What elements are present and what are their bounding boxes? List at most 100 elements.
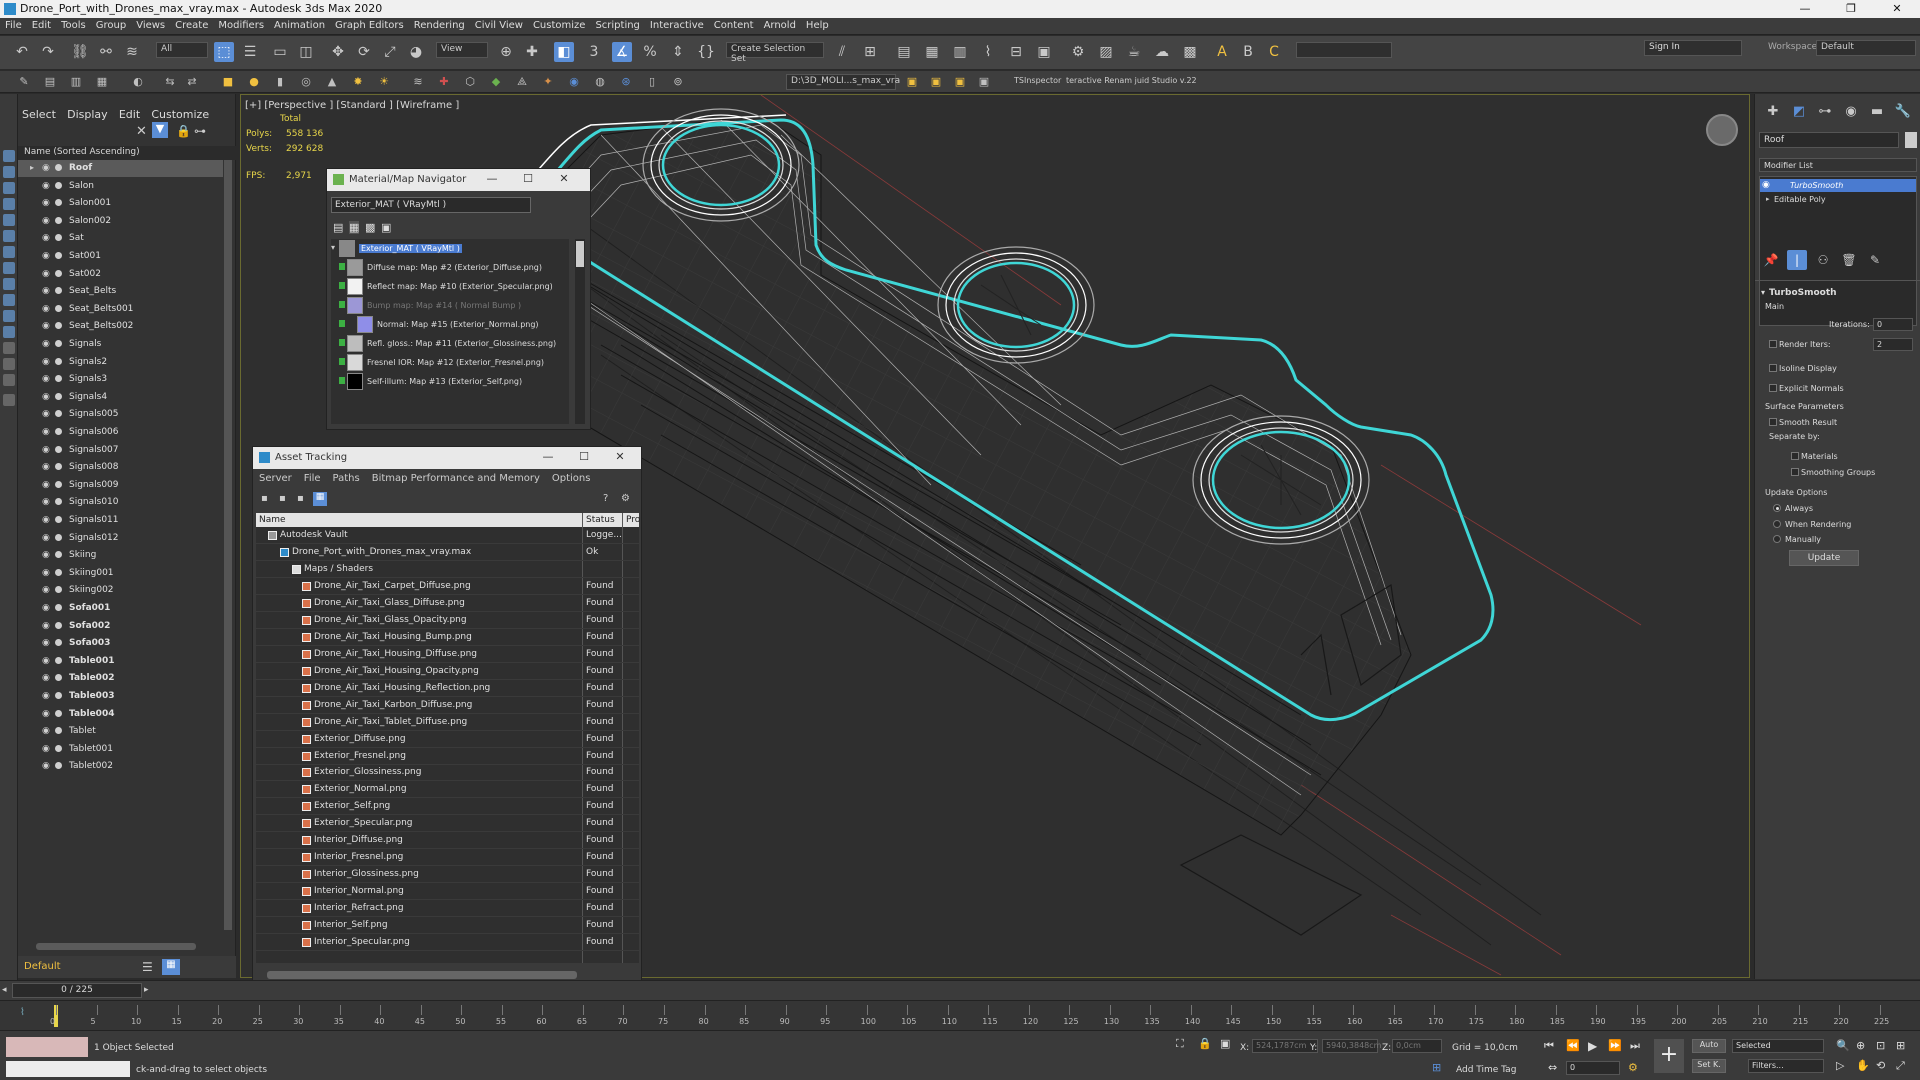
asset-tool-icon-3[interactable]: ▪ [297, 493, 304, 504]
explorer-item[interactable]: ◉ Tablet [18, 723, 223, 740]
visibility-eye-icon[interactable]: ◉ [42, 409, 50, 419]
visibility-eye-icon[interactable]: ◉ [42, 480, 50, 490]
scene-explorer-toggle-icon[interactable]: ▦ [162, 959, 180, 975]
hierarchy-icon[interactable]: ⊶ [194, 124, 206, 138]
explorer-item[interactable]: ◉ Sat002 [18, 266, 223, 283]
explorer-item[interactable]: ◉ Skiing002 [18, 582, 223, 599]
iterations-spinner[interactable]: 0 [1873, 318, 1913, 331]
expand-arrow-icon[interactable]: ▸ [1766, 195, 1770, 203]
update-button[interactable]: Update [1789, 550, 1859, 566]
render-toggle-icon[interactable] [55, 269, 62, 277]
set-key-big-icon[interactable]: + [1654, 1039, 1684, 1073]
explorer-item[interactable]: ◉ Salon001 [18, 195, 223, 212]
explorer-item[interactable]: ◉ Roof ▸ [18, 160, 223, 177]
explorer-item[interactable]: ◉ Signals010 [18, 494, 223, 511]
toolbar2-icon-2[interactable]: ▤ [42, 74, 58, 90]
asset-tool-icon-1[interactable]: ▪ [261, 493, 268, 504]
move-icon[interactable]: ✥ [328, 42, 348, 62]
matnav-scroll-thumb[interactable] [576, 241, 584, 267]
maximize-viewport-icon[interactable]: ⤢ [1896, 1059, 1905, 1073]
explorer-item[interactable]: ◉ Salon002 [18, 213, 223, 230]
toolbar2-icon-19[interactable]: ▣ [904, 74, 920, 90]
bind-spacewarp-icon[interactable]: ≋ [122, 42, 142, 62]
visibility-eye-icon[interactable]: ◉ [42, 603, 50, 613]
y-coordinate-field[interactable]: 5940,3848cm [1322, 1039, 1381, 1053]
smoothing-groups-checkbox[interactable] [1791, 468, 1799, 476]
map-row[interactable]: Diffuse map: Map #2 (Exterior_Diffuse.pn… [331, 258, 569, 277]
render-toggle-icon[interactable] [55, 604, 62, 611]
asset-tool-icon-4[interactable]: ▦ [313, 492, 327, 506]
manually-radio[interactable] [1773, 535, 1781, 543]
asset-menu-file[interactable]: File [298, 473, 327, 484]
prev-frame-icon[interactable]: ◂ [2, 985, 7, 995]
map-row[interactable]: Fresnel IOR: Map #12 (Exterior_Fresnel.p… [331, 353, 569, 372]
remove-modifier-icon[interactable]: 🗑 [1839, 250, 1859, 270]
window-crossing-icon[interactable]: ◫ [296, 42, 316, 62]
close-button[interactable]: ✕ [1874, 0, 1920, 18]
render-toggle-icon[interactable] [55, 498, 62, 506]
visibility-eye-icon[interactable]: ◉ [42, 761, 50, 771]
filter-cameras-icon[interactable] [3, 198, 15, 210]
keyboard-shortcut-icon[interactable]: ◧ [554, 42, 574, 62]
asset-file-row[interactable]: Drone_Air_Taxi_Carpet_Diffuse.png Found [256, 578, 639, 595]
visibility-eye-icon[interactable]: ◉ [42, 233, 50, 243]
curve-editor-mini-icon[interactable]: ⌇ [20, 1007, 25, 1018]
explorer-item[interactable]: ◉ Tablet001 [18, 741, 223, 758]
lock-icon[interactable]: 🔒 [176, 124, 191, 138]
explorer-item[interactable]: ◉ Skiing [18, 547, 223, 564]
render-toggle-icon[interactable] [55, 199, 62, 207]
place-icon[interactable]: ◕ [406, 42, 426, 62]
explorer-item[interactable]: ◉ Table001 [18, 653, 223, 670]
matnav-root-row[interactable]: ▾ Exterior_MAT ( VRayMtl ) [331, 239, 569, 258]
visibility-eye-icon[interactable]: ◉ [42, 621, 50, 631]
render-toggle-icon[interactable] [55, 428, 62, 435]
menu-animation[interactable]: Animation [269, 18, 330, 33]
asset-file-row[interactable]: Interior_Fresnel.png Found [256, 849, 639, 867]
rotate-icon[interactable]: ⟳ [354, 42, 374, 62]
explorer-item[interactable]: ◉ Table002 [18, 670, 223, 687]
render-toggle-icon[interactable] [55, 727, 62, 735]
timeline[interactable]: ⌇ 0 5 10 15 20 25 30 35 40 45 50 55 60 65 70 75 80 85 90 95… [0, 1000, 1920, 1030]
toolbar2-icon-1[interactable]: ✎ [16, 74, 32, 90]
explorer-item[interactable]: ◉ Table003 [18, 688, 223, 705]
explicit-normals-checkbox[interactable] [1769, 384, 1777, 392]
render-toggle-icon[interactable] [55, 445, 62, 453]
undo-icon[interactable]: ↶ [12, 42, 32, 62]
spinner-snap-icon[interactable]: ⇕ [668, 42, 688, 62]
render-toggle-icon[interactable] [55, 568, 62, 576]
asset-file-row[interactable]: Exterior_Normal.png Found [256, 781, 639, 799]
tab-display[interactable]: Display [63, 100, 112, 121]
filter-containers-icon[interactable] [3, 294, 15, 306]
isoline-checkbox[interactable] [1769, 364, 1777, 372]
menu-interactive[interactable]: Interactive [645, 18, 709, 33]
rendered-frame-icon[interactable]: ▨ [1096, 42, 1116, 62]
explorer-item[interactable]: ◉ Tablet002 [18, 758, 223, 775]
asset-tool-icon-2[interactable]: ▪ [279, 493, 286, 504]
current-frame-field[interactable]: 0 [1566, 1061, 1620, 1075]
next-frame-icon[interactable]: ▸ [144, 985, 149, 995]
cylinder-icon[interactable]: ▮ [272, 74, 288, 90]
stack-item-turbosmooth[interactable]: ◉ TurboSmooth [1760, 179, 1916, 192]
menu-content[interactable]: Content [709, 18, 759, 33]
explorer-item[interactable]: ◉ Signals008 [18, 459, 223, 476]
visibility-eye-icon[interactable]: ◉ [42, 304, 50, 314]
scene-row[interactable]: Drone_Port_with_Drones_max_vray.max Ok [256, 544, 639, 561]
layers-icon[interactable]: ☰ [142, 960, 153, 974]
angle-snap-icon[interactable]: ∡ [612, 42, 632, 62]
toolbar2-icon-13[interactable]: ✦ [540, 74, 556, 90]
asset-titlebar[interactable]: Asset Tracking — ☐ ✕ [253, 447, 641, 469]
matnav-material-field[interactable]: Exterior_MAT ( VRayMtl ) [331, 197, 531, 213]
visibility-eye-icon[interactable]: ◉ [42, 462, 50, 472]
visibility-eye-icon[interactable]: ◉ [42, 251, 50, 261]
asset-maximize-button[interactable]: ☐ [573, 450, 595, 463]
asset-menu-options[interactable]: Options [546, 473, 597, 484]
sphere-icon[interactable]: ● [246, 74, 262, 90]
toolbar2-icon-18[interactable]: ⊚ [670, 74, 686, 90]
viewcube-icon[interactable] [1706, 114, 1738, 146]
asset-file-row[interactable]: Drone_Air_Taxi_Glass_Diffuse.png Found [256, 595, 639, 612]
filter-spacewarps-icon[interactable] [3, 230, 15, 242]
clear-filter-icon[interactable]: ✕ [136, 124, 147, 139]
render-iterative-icon[interactable]: ☁ [1152, 42, 1172, 62]
fov-icon[interactable]: ▷ [1836, 1059, 1844, 1072]
toolbar2-icon-6[interactable]: ⇆ [162, 74, 178, 90]
